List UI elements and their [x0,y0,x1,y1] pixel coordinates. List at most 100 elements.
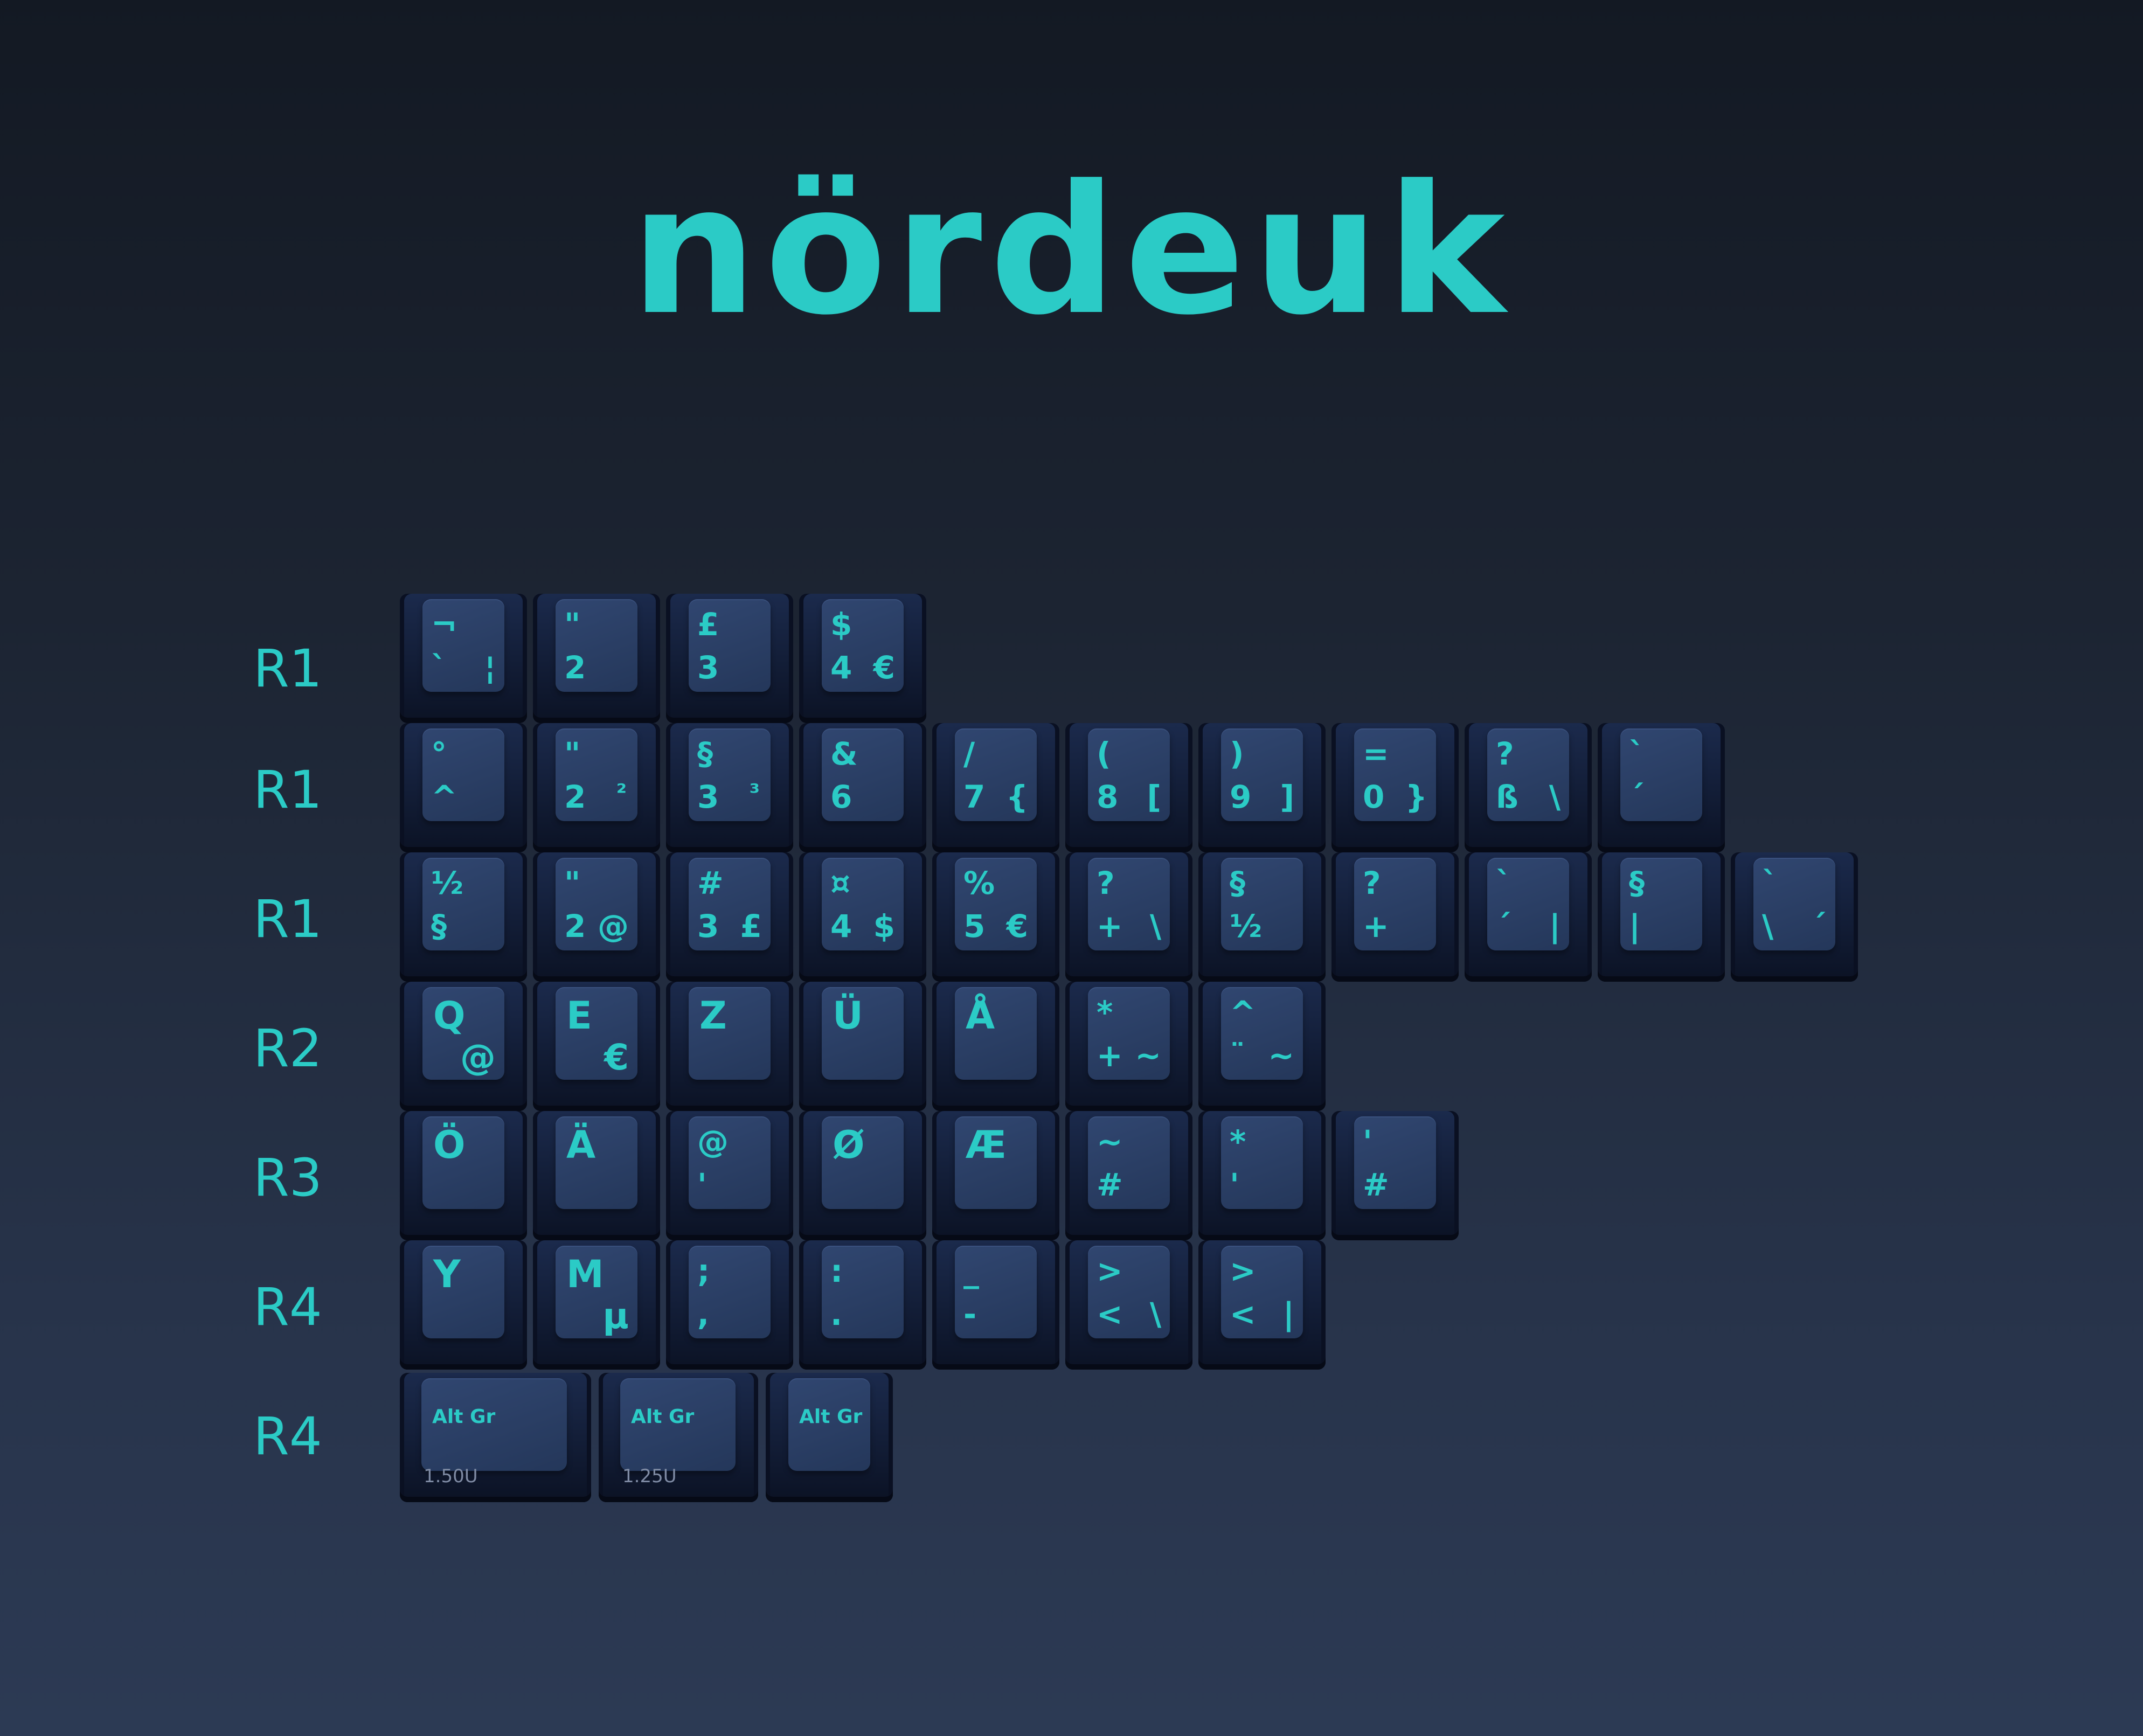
legend-bl: 9 [1230,779,1252,815]
legend-altgr: Alt Gr [432,1406,496,1428]
keycap-top: ½ § [422,858,504,950]
keycap-top: ¬ ` ¦ [422,599,504,692]
keycap: = 0} [1331,723,1459,852]
legend-bl: ß [1496,779,1518,815]
legend-tl: £ [697,606,719,643]
keycap-top: Æ [955,1116,1037,1209]
keycap: E € [533,982,660,1111]
keycap-top: " 2 ² [556,728,637,821]
keycap-top: ` ´ | [1487,858,1569,950]
keycap: * ' [1198,1111,1326,1240]
legend-bigbr: @ [460,1037,496,1078]
keycap-top: @ ' [689,1116,771,1209]
keycap-top: :. [822,1246,904,1338]
legend-tl: ¤ [830,865,850,901]
keycap: Q @ [400,982,527,1111]
keycap-top: Mµ [556,1246,637,1338]
keycap: Ä [533,1111,660,1240]
legend-bigbr: µ [602,1295,629,1337]
keycap: Ü [799,982,926,1111]
legend-big: Ö [433,1123,466,1167]
keycap: ? + \ [1065,852,1192,982]
keycap: > < \ [1065,1240,1192,1370]
legend-tl: ? [1097,865,1115,901]
legend-bl: 2 [564,908,586,945]
keycap: * + ~ [1065,982,1192,1111]
legend-br: { [1005,779,1028,815]
legend-big: E [566,994,592,1038]
keycap-top: § | [1620,858,1702,950]
legend-br: ~ [1135,1037,1161,1074]
keycap: ` ´ | [1465,852,1592,982]
unit-size-label: 1.25U [622,1466,677,1487]
row-label: R4 [253,1277,322,1337]
legend-bl: ´ [1629,779,1645,815]
legend-tl: ½ [431,865,464,901]
legend-br: ´ [1811,908,1827,945]
legend-tl: > [1230,1253,1256,1289]
legend-tl: § [1629,865,1645,901]
keycap-top: § 3 ³ [689,728,771,821]
keycap-top: " 2 @ [556,858,637,950]
keycap-top: Å [955,987,1037,1080]
legend-bl: § [431,908,447,945]
legend-tl: § [697,735,713,772]
keycap-top: Ø [822,1116,904,1209]
legend-br: | [1549,908,1561,945]
legend-tl: / [963,735,975,772]
legend-br: £ [740,908,762,945]
legend-bl: , [697,1296,710,1332]
legend-bigbr: € [604,1037,629,1078]
legend-big: Q [433,994,466,1038]
keycap: & 6 [799,723,926,852]
brand-title: nördeuk [630,147,1513,354]
keycap-top: E € [556,987,637,1080]
keycap: " 2 ² [533,723,660,852]
legend-altgr: Alt Gr [799,1406,863,1428]
legend-big: M [566,1252,604,1296]
keycap-top: & 6 [822,728,904,821]
legend-tl: & [830,735,858,772]
keycap-top: % 5 € [955,858,1037,950]
keycap-top: " 2 [556,599,637,692]
keycap: Alt Gr [766,1373,893,1502]
keycap-top: * ' [1221,1116,1303,1209]
keycap-top: ^ ¨ ~ [1221,987,1303,1080]
legend-br: ³ [749,779,760,807]
legend-tl: " [564,606,581,643]
keycap: ^ ¨ ~ [1198,982,1326,1111]
legend-bl: # [1363,1166,1389,1203]
legend-br: $ [873,908,895,945]
keycap-top: £3 [689,599,771,692]
keycap: Ö [400,1111,527,1240]
legend-bl: ` [431,649,447,686]
legend-tl: § [1230,865,1245,901]
legend-bl: - [963,1296,977,1332]
legend-tl: > [1097,1253,1123,1289]
keycap: ` ´ [1598,723,1725,852]
legend-br: @ [598,908,629,945]
keycap: ? + [1331,852,1459,982]
keycap-top: _ - [955,1246,1037,1338]
legend-bl: 3 [697,649,719,686]
legend-bl: ^ [431,779,457,815]
row-label: R2 [253,1018,322,1079]
legend-br: \ [1149,1296,1161,1332]
legend-tl: ` [1762,865,1778,901]
keycap-top: Z [689,987,771,1080]
keycap: " 2 @ [533,852,660,982]
keycap: § 3 ³ [666,723,793,852]
keycap: ½ § [400,852,527,982]
legend-tl: % [963,865,995,901]
legend-bl: . [830,1296,843,1332]
keycap-top: ¤ 4 $ [822,858,904,950]
keycap: Alt Gr 1.50U [400,1373,591,1502]
legend-tl: $ [830,606,852,643]
keycap-top: Q @ [422,987,504,1080]
legend-tl: ? [1496,735,1514,772]
keycap: > < | [1198,1240,1326,1370]
keycap: ° ^ [400,723,527,852]
legend-bl: 3 [697,908,719,945]
keycap-top: Ä [556,1116,637,1209]
keycap-top: Ü [822,987,904,1080]
